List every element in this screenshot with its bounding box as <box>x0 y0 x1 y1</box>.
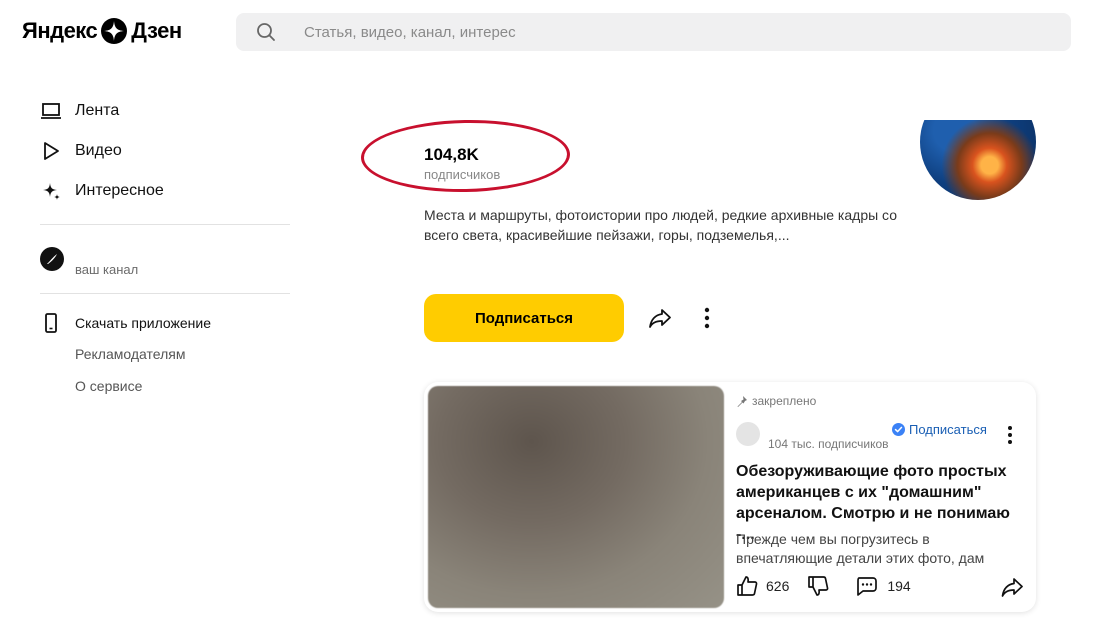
sidebar-item-feed[interactable]: Лента <box>40 100 119 122</box>
search-input[interactable] <box>302 22 1006 42</box>
sparkle-icon <box>43 183 60 200</box>
dislike-button[interactable] <box>807 575 829 597</box>
play-icon <box>44 142 59 160</box>
highlight-ellipse <box>360 118 571 194</box>
download-app-label: Скачать приложение <box>75 315 212 331</box>
your-channel-label: ваш канал <box>75 262 139 277</box>
laptop-icon <box>41 103 61 119</box>
sidebar-item-video[interactable]: Видео <box>40 140 122 162</box>
feather-icon <box>47 254 57 264</box>
your-channel-link[interactable]: ваш канал <box>40 247 138 277</box>
download-app-link[interactable]: Скачать приложение <box>40 312 211 334</box>
card-subscribers: 104 тыс. подписчиков <box>768 437 889 451</box>
card-more-icon[interactable] <box>1002 424 1018 446</box>
article-thumbnail[interactable] <box>428 386 724 608</box>
about-link[interactable]: О сервисе <box>75 378 142 394</box>
share-icon[interactable] <box>647 305 673 331</box>
card-share-icon[interactable] <box>1000 576 1024 598</box>
channel-description: Места и маршруты, фотоистории про людей,… <box>424 207 897 243</box>
like-button[interactable]: 626 <box>736 575 789 597</box>
channel-avatar <box>40 247 64 271</box>
sidebar-item-label: Видео <box>75 142 122 159</box>
subscribe-button[interactable]: Подписаться <box>424 294 624 342</box>
search-bar[interactable] <box>236 13 1071 51</box>
card-subscribe-link[interactable]: Подписаться <box>892 422 987 437</box>
channel-avatar-large[interactable] <box>920 120 1036 200</box>
author-avatar[interactable] <box>736 422 760 446</box>
like-count: 626 <box>766 578 790 594</box>
logo[interactable]: Яндекс Дзен <box>22 18 182 44</box>
search-icon <box>257 23 275 41</box>
phone-icon <box>45 313 57 333</box>
thumbs-up-icon <box>737 576 758 596</box>
article-snippet: Прежде чем вы погрузитесь в впечатляющие… <box>736 531 985 566</box>
sidebar-item-label: Лента <box>75 102 120 119</box>
pinned-label: закреплено <box>736 394 816 408</box>
logo-text-zen: Дзен <box>131 18 182 43</box>
article-card[interactable]: закреплено Подписаться 104 тыс. подписчи… <box>424 382 1036 612</box>
more-icon[interactable] <box>697 305 717 331</box>
sidebar-divider <box>40 224 290 225</box>
sidebar-item-label: Интересное <box>75 182 164 199</box>
thumbs-down-icon <box>808 576 829 596</box>
pin-icon <box>737 396 747 407</box>
verified-icon <box>892 423 905 436</box>
comments-button[interactable]: 194 <box>855 575 911 597</box>
article-actions: 626 194 <box>736 575 911 597</box>
sidebar-item-interesting[interactable]: Интересное <box>40 180 164 202</box>
advertisers-link[interactable]: Рекламодателям <box>75 346 185 362</box>
comment-count: 194 <box>887 578 911 594</box>
sidebar-divider <box>40 293 290 294</box>
card-subscribe-label: Подписаться <box>909 422 987 437</box>
pinned-text: закреплено <box>752 394 817 408</box>
logo-text-yandex: Яндекс <box>22 18 98 43</box>
zen-star-icon <box>101 18 128 44</box>
comment-icon <box>857 577 878 596</box>
